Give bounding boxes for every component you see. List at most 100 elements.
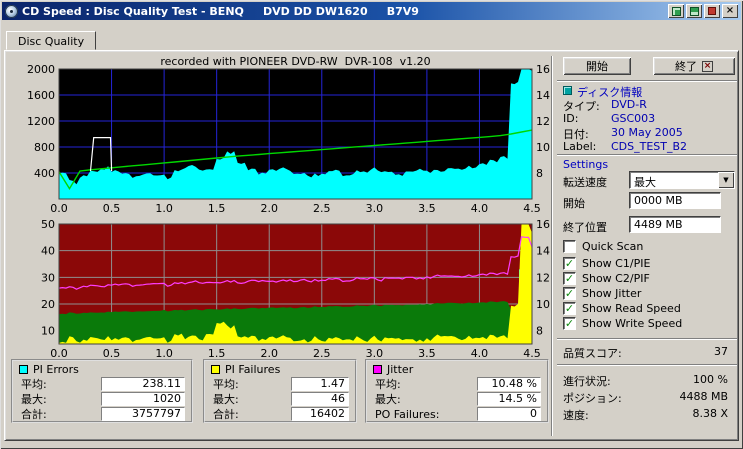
- stats-box-title: PI Failures: [225, 363, 281, 376]
- stat-label: 平均:: [21, 378, 47, 391]
- dropdown-button[interactable]: ▼: [718, 172, 734, 188]
- stat-value: 238.11: [101, 377, 185, 391]
- svg-text:1.5: 1.5: [208, 202, 226, 215]
- divider: [557, 154, 737, 156]
- checkbox-show-c1-pie[interactable]: ✓ Show C1/PIE: [563, 257, 650, 270]
- stat-value: 46: [291, 392, 349, 406]
- svg-text:40: 40: [41, 245, 55, 258]
- stat-value: 0: [477, 407, 541, 421]
- disc-id-value: GSC003: [611, 112, 656, 125]
- checkbox-label: Quick Scan: [582, 240, 644, 253]
- disc-id-label: ID:: [563, 112, 579, 125]
- settings-header: Settings: [563, 158, 609, 171]
- stat-value: 16402: [291, 407, 349, 421]
- stat-label: 合計:: [213, 408, 239, 421]
- disc-date-value: 30 May 2005: [611, 126, 683, 139]
- svg-text:1200: 1200: [27, 115, 55, 128]
- svg-text:16: 16: [536, 63, 550, 76]
- title-bar[interactable]: CD Speed : Disc Quality Test - BENQ DVD …: [2, 2, 741, 20]
- disc-info-icon: [563, 86, 572, 95]
- transfer-speed-select[interactable]: 最大 ▼: [629, 171, 735, 189]
- divider: [557, 80, 737, 82]
- disc-label-label: Label:: [563, 140, 597, 153]
- pi-failures-jitter-chart: 50403020101614121080.0 0.5 1.0 1.5 2.0 2.5 3.0…: [41, 218, 550, 360]
- close-icon: ×: [725, 5, 735, 16]
- start-button[interactable]: 開始: [563, 57, 631, 75]
- checkbox-box: ✓: [563, 272, 576, 285]
- end-position-input[interactable]: [629, 216, 721, 233]
- quality-score-label: 品質スコア:: [563, 347, 622, 360]
- checkbox-box: [563, 240, 576, 253]
- minimize-button[interactable]: [704, 4, 720, 18]
- svg-text:2.5: 2.5: [313, 202, 331, 215]
- title-icon-button-1[interactable]: [668, 4, 684, 18]
- app-icon: [5, 4, 18, 18]
- svg-text:12: 12: [536, 115, 550, 128]
- pi-errors-swatch: [19, 365, 28, 374]
- position-value: 4488 MB: [679, 390, 728, 403]
- close-button[interactable]: ×: [722, 4, 738, 18]
- grid-icon: [671, 6, 681, 16]
- window-title: CD Speed : Disc Quality Test - BENQ DVD …: [22, 4, 419, 18]
- stat-label: 合計:: [21, 408, 47, 421]
- checkbox-box: ✓: [563, 287, 576, 300]
- svg-text:8: 8: [536, 325, 543, 338]
- svg-text:0.5: 0.5: [103, 202, 121, 215]
- svg-text:12: 12: [536, 271, 550, 284]
- end-position-label: 終了位置: [563, 221, 607, 234]
- pi-errors-stats-box: PI Errors 平均: 238.11 最大: 1020 合計: 3757797: [11, 359, 193, 423]
- svg-text:30: 30: [41, 271, 55, 284]
- position-label: ポジション:: [563, 392, 622, 405]
- checkbox-show-c2-pif[interactable]: ✓ Show C2/PIF: [563, 272, 650, 285]
- checkbox-show-jitter[interactable]: ✓ Show Jitter: [563, 287, 641, 300]
- panel-divider: [551, 56, 553, 436]
- exit-button-label: 終了: [675, 60, 697, 73]
- transfer-speed-label: 転送速度: [563, 176, 607, 189]
- stat-value: 1020: [101, 392, 185, 406]
- pi-errors-speed-chart: 2000 1600 1200 800 400 16 14 12 10 8 0.0 0.5 1.0 1.5 2…: [27, 63, 550, 215]
- stat-value: 3757797: [101, 407, 185, 421]
- stat-value: 14.5 %: [477, 392, 541, 406]
- stats-box-title: PI Errors: [33, 363, 79, 376]
- check-icon: ✓: [564, 272, 575, 285]
- svg-text:4.0: 4.0: [471, 202, 489, 215]
- transfer-speed-value: 最大: [634, 176, 656, 189]
- start-position-input[interactable]: [629, 192, 721, 209]
- checkbox-show-write-speed[interactable]: ✓ Show Write Speed: [563, 317, 682, 330]
- app-window: CD Speed : Disc Quality Test - BENQ DVD …: [0, 0, 743, 449]
- svg-text:0.0: 0.0: [50, 202, 68, 215]
- exit-button[interactable]: 終了 ×: [653, 57, 735, 75]
- main-panel: recorded with PIONEER DVD-RW DVR-108 v1.…: [4, 50, 739, 441]
- svg-text:14: 14: [536, 89, 550, 102]
- checkbox-label: Show Write Speed: [582, 317, 683, 330]
- checkbox-quick-scan[interactable]: Quick Scan: [563, 240, 643, 253]
- checkbox-label: Show C1/PIE: [582, 257, 651, 270]
- stat-label: 最大:: [213, 393, 239, 406]
- start-button-label: 開始: [586, 60, 608, 73]
- title-icon-button-2[interactable]: [686, 4, 702, 18]
- tab-strip: Disc Quality: [4, 31, 97, 50]
- progress-label: 進行状況:: [563, 375, 611, 388]
- checkbox-show-read-speed[interactable]: ✓ Show Read Speed: [563, 302, 681, 315]
- disk-icon: [689, 6, 699, 16]
- speed-label: 速度:: [563, 409, 589, 422]
- pi-failures-swatch: [211, 365, 220, 374]
- stat-label: 最大:: [21, 393, 47, 406]
- svg-text:2000: 2000: [27, 63, 55, 76]
- tab-disc-quality[interactable]: Disc Quality: [6, 31, 97, 50]
- divider: [557, 338, 737, 340]
- stat-label: 平均:: [375, 378, 401, 391]
- title-bar-buttons: ×: [668, 4, 738, 18]
- svg-text:10: 10: [41, 325, 55, 338]
- stat-value: 1.47: [291, 377, 349, 391]
- jitter-stats-box: Jitter 平均: 10.48 % 最大: 14.5 % PO Failures:…: [365, 359, 549, 423]
- check-icon: ✓: [564, 287, 575, 300]
- stat-label: 平均:: [213, 378, 239, 391]
- svg-text:3.5: 3.5: [418, 202, 436, 215]
- svg-text:3.0: 3.0: [366, 202, 384, 215]
- disc-label-value: CDS_TEST_B2: [611, 140, 688, 153]
- minimize-icon: [708, 7, 716, 15]
- svg-text:50: 50: [41, 218, 55, 231]
- svg-text:1.0: 1.0: [155, 202, 173, 215]
- checkbox-box: ✓: [563, 302, 576, 315]
